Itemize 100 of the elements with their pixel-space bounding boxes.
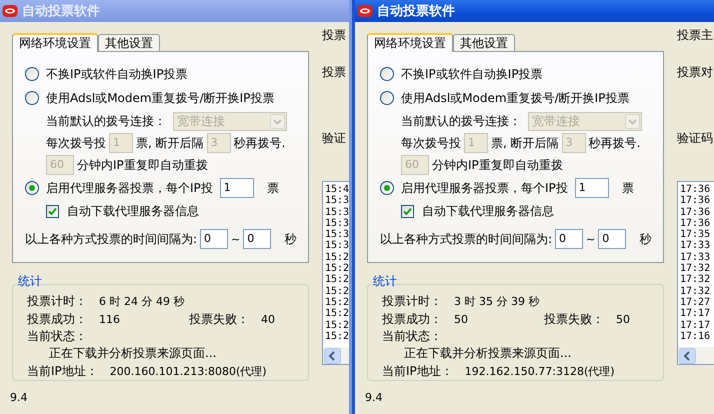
votes-label: 每次拨号投 bbox=[46, 134, 106, 152]
range-separator: ~ bbox=[586, 232, 596, 246]
option-label: 启用代理服务器投票，每个IP投 bbox=[46, 180, 213, 196]
log-entry: 17:36 bbox=[680, 184, 712, 196]
radio-button[interactable] bbox=[380, 181, 394, 195]
unit-label: 秒再拨号. bbox=[588, 134, 640, 152]
radio-button[interactable] bbox=[380, 91, 394, 105]
log-entry: 15:2 bbox=[325, 330, 349, 342]
log-entry: 15:2 bbox=[325, 263, 349, 274]
log-entry: 17:17 bbox=[680, 320, 712, 331]
log-entry: 15:2 bbox=[325, 320, 349, 331]
connection-label: 当前默认的拨号连接： bbox=[401, 112, 521, 130]
unit-label: 票 bbox=[266, 180, 279, 196]
scroll-left-icon[interactable] bbox=[324, 348, 341, 364]
ip-address: 200.160.101.213:8080(代理) bbox=[110, 364, 267, 379]
status-text: 正在下载并分析投票来源页面... bbox=[404, 345, 572, 362]
checkbox-label: 自动下载代理服务器信息 bbox=[67, 202, 199, 220]
field-label: 验证码 bbox=[677, 130, 713, 147]
status-label: 当前状态： bbox=[27, 328, 87, 346]
interval-label: 票, 断开后隔 bbox=[491, 134, 559, 152]
field-label: 投票对 bbox=[677, 64, 713, 81]
timer-label: 投票计时： bbox=[27, 293, 87, 310]
log-entry: 15:4 bbox=[325, 184, 349, 196]
log-entry: 17:36 bbox=[680, 218, 712, 230]
unit-label: 秒 bbox=[639, 230, 652, 248]
failure-count: 40 bbox=[261, 312, 275, 326]
max-interval-field[interactable]: 0 bbox=[243, 229, 272, 249]
log-entry: 17:16 bbox=[680, 330, 712, 342]
log-entry: 15:2 bbox=[325, 308, 349, 320]
scroll-left-icon[interactable] bbox=[679, 348, 696, 364]
log-entry: 15:3 bbox=[325, 206, 349, 218]
log-entry: 15:2 bbox=[325, 252, 349, 264]
log-entry: 17:33 bbox=[680, 240, 712, 252]
log-entry: 15:2 bbox=[325, 274, 349, 286]
log-entry: 17:33 bbox=[680, 252, 712, 264]
ip-label: 当前IP地址： bbox=[382, 362, 453, 380]
votes-field[interactable]: 1 bbox=[220, 178, 254, 198]
radio-button[interactable] bbox=[25, 181, 39, 195]
max-interval-field[interactable]: 0 bbox=[598, 229, 626, 249]
app-icon bbox=[357, 4, 373, 18]
timer-value: 3 时 35 分 39 秒 bbox=[454, 294, 540, 310]
checkbox-label: 自动下载代理服务器信息 bbox=[422, 202, 554, 220]
app-icon bbox=[2, 4, 18, 18]
timer-value: 6 时 24 分 49 秒 bbox=[99, 294, 184, 310]
log-entry: 15:3 bbox=[325, 229, 349, 240]
log-entry: 17:36 bbox=[680, 195, 712, 207]
range-separator: ~ bbox=[231, 232, 240, 246]
log-entry: 15:3 bbox=[325, 218, 349, 230]
interval-label: 以上各种方式投票的时间间隔为: bbox=[25, 230, 198, 248]
group-title: 统计 bbox=[373, 274, 397, 288]
log-entry: 15:3 bbox=[325, 240, 349, 252]
ip-address: 192.162.150.77:3128(代理) bbox=[464, 364, 615, 379]
failure-count: 50 bbox=[616, 312, 630, 326]
radio-button[interactable] bbox=[380, 67, 394, 81]
tab[interactable]: 其他设置 bbox=[453, 34, 515, 51]
log-entry: 17:17 bbox=[680, 308, 712, 320]
option-label: 不换IP或软件自动换IP投票 bbox=[401, 66, 543, 82]
votes-field[interactable]: 1 bbox=[574, 178, 609, 198]
option-label: 使用Adsl或Modem重复拨号/断开换IP投票 bbox=[401, 90, 630, 106]
field-label: 投票 bbox=[322, 64, 346, 81]
failure-label: 投票失败： bbox=[189, 310, 249, 328]
checkbox[interactable] bbox=[46, 204, 59, 218]
failure-label: 投票失败： bbox=[544, 310, 604, 328]
option-label: 不换IP或软件自动换IP投票 bbox=[46, 66, 188, 82]
checkbox[interactable] bbox=[401, 204, 414, 218]
tab[interactable]: 网络环境设置 bbox=[12, 33, 98, 52]
interval-label: 票, 断开后隔 bbox=[136, 134, 204, 152]
log-entry: 17:32 bbox=[680, 274, 712, 286]
field-label: 验证 bbox=[322, 130, 346, 147]
votes-label: 每次拨号投 bbox=[401, 134, 461, 152]
version-text: 9.4 bbox=[10, 391, 28, 404]
tab[interactable]: 网络环境设置 bbox=[367, 33, 453, 52]
success-label: 投票成功： bbox=[382, 310, 442, 328]
tab[interactable]: 其他设置 bbox=[98, 34, 160, 51]
success-count: 50 bbox=[454, 312, 469, 326]
window-title: 自动投票软件 bbox=[22, 3, 100, 20]
log-entry: 17:27 bbox=[680, 296, 712, 308]
status-text: 正在下载并分析投票来源页面... bbox=[49, 345, 216, 362]
log-entry: 17:32 bbox=[680, 286, 712, 297]
radio-button[interactable] bbox=[25, 67, 39, 81]
min-interval-field[interactable]: 0 bbox=[200, 229, 228, 249]
unit-label: 秒 bbox=[284, 230, 296, 248]
status-label: 当前状态： bbox=[382, 328, 442, 346]
min-interval-field[interactable]: 0 bbox=[555, 229, 584, 249]
interval-label: 以上各种方式投票的时间间隔为: bbox=[380, 230, 552, 248]
timer-label: 投票计时： bbox=[382, 293, 442, 310]
log-entry: 17:32 bbox=[680, 263, 712, 274]
redial-label: 分钟内IP重复即自动重拨 bbox=[77, 156, 208, 174]
group-title: 统计 bbox=[18, 274, 42, 288]
log-entry: 17:35 bbox=[680, 229, 712, 240]
log-entry: 17:36 bbox=[680, 206, 712, 218]
log-entry: 15:2 bbox=[325, 286, 349, 297]
log-entry: 15:2 bbox=[325, 296, 349, 308]
log-entry: 15:3 bbox=[325, 195, 349, 207]
version-text: 9.4 bbox=[365, 391, 384, 404]
field-label: 投票 bbox=[322, 27, 346, 44]
unit-label: 秒再拨号. bbox=[234, 134, 286, 152]
radio-button[interactable] bbox=[25, 91, 39, 105]
success-label: 投票成功： bbox=[27, 310, 87, 328]
field-label: 投票主 bbox=[677, 27, 713, 44]
